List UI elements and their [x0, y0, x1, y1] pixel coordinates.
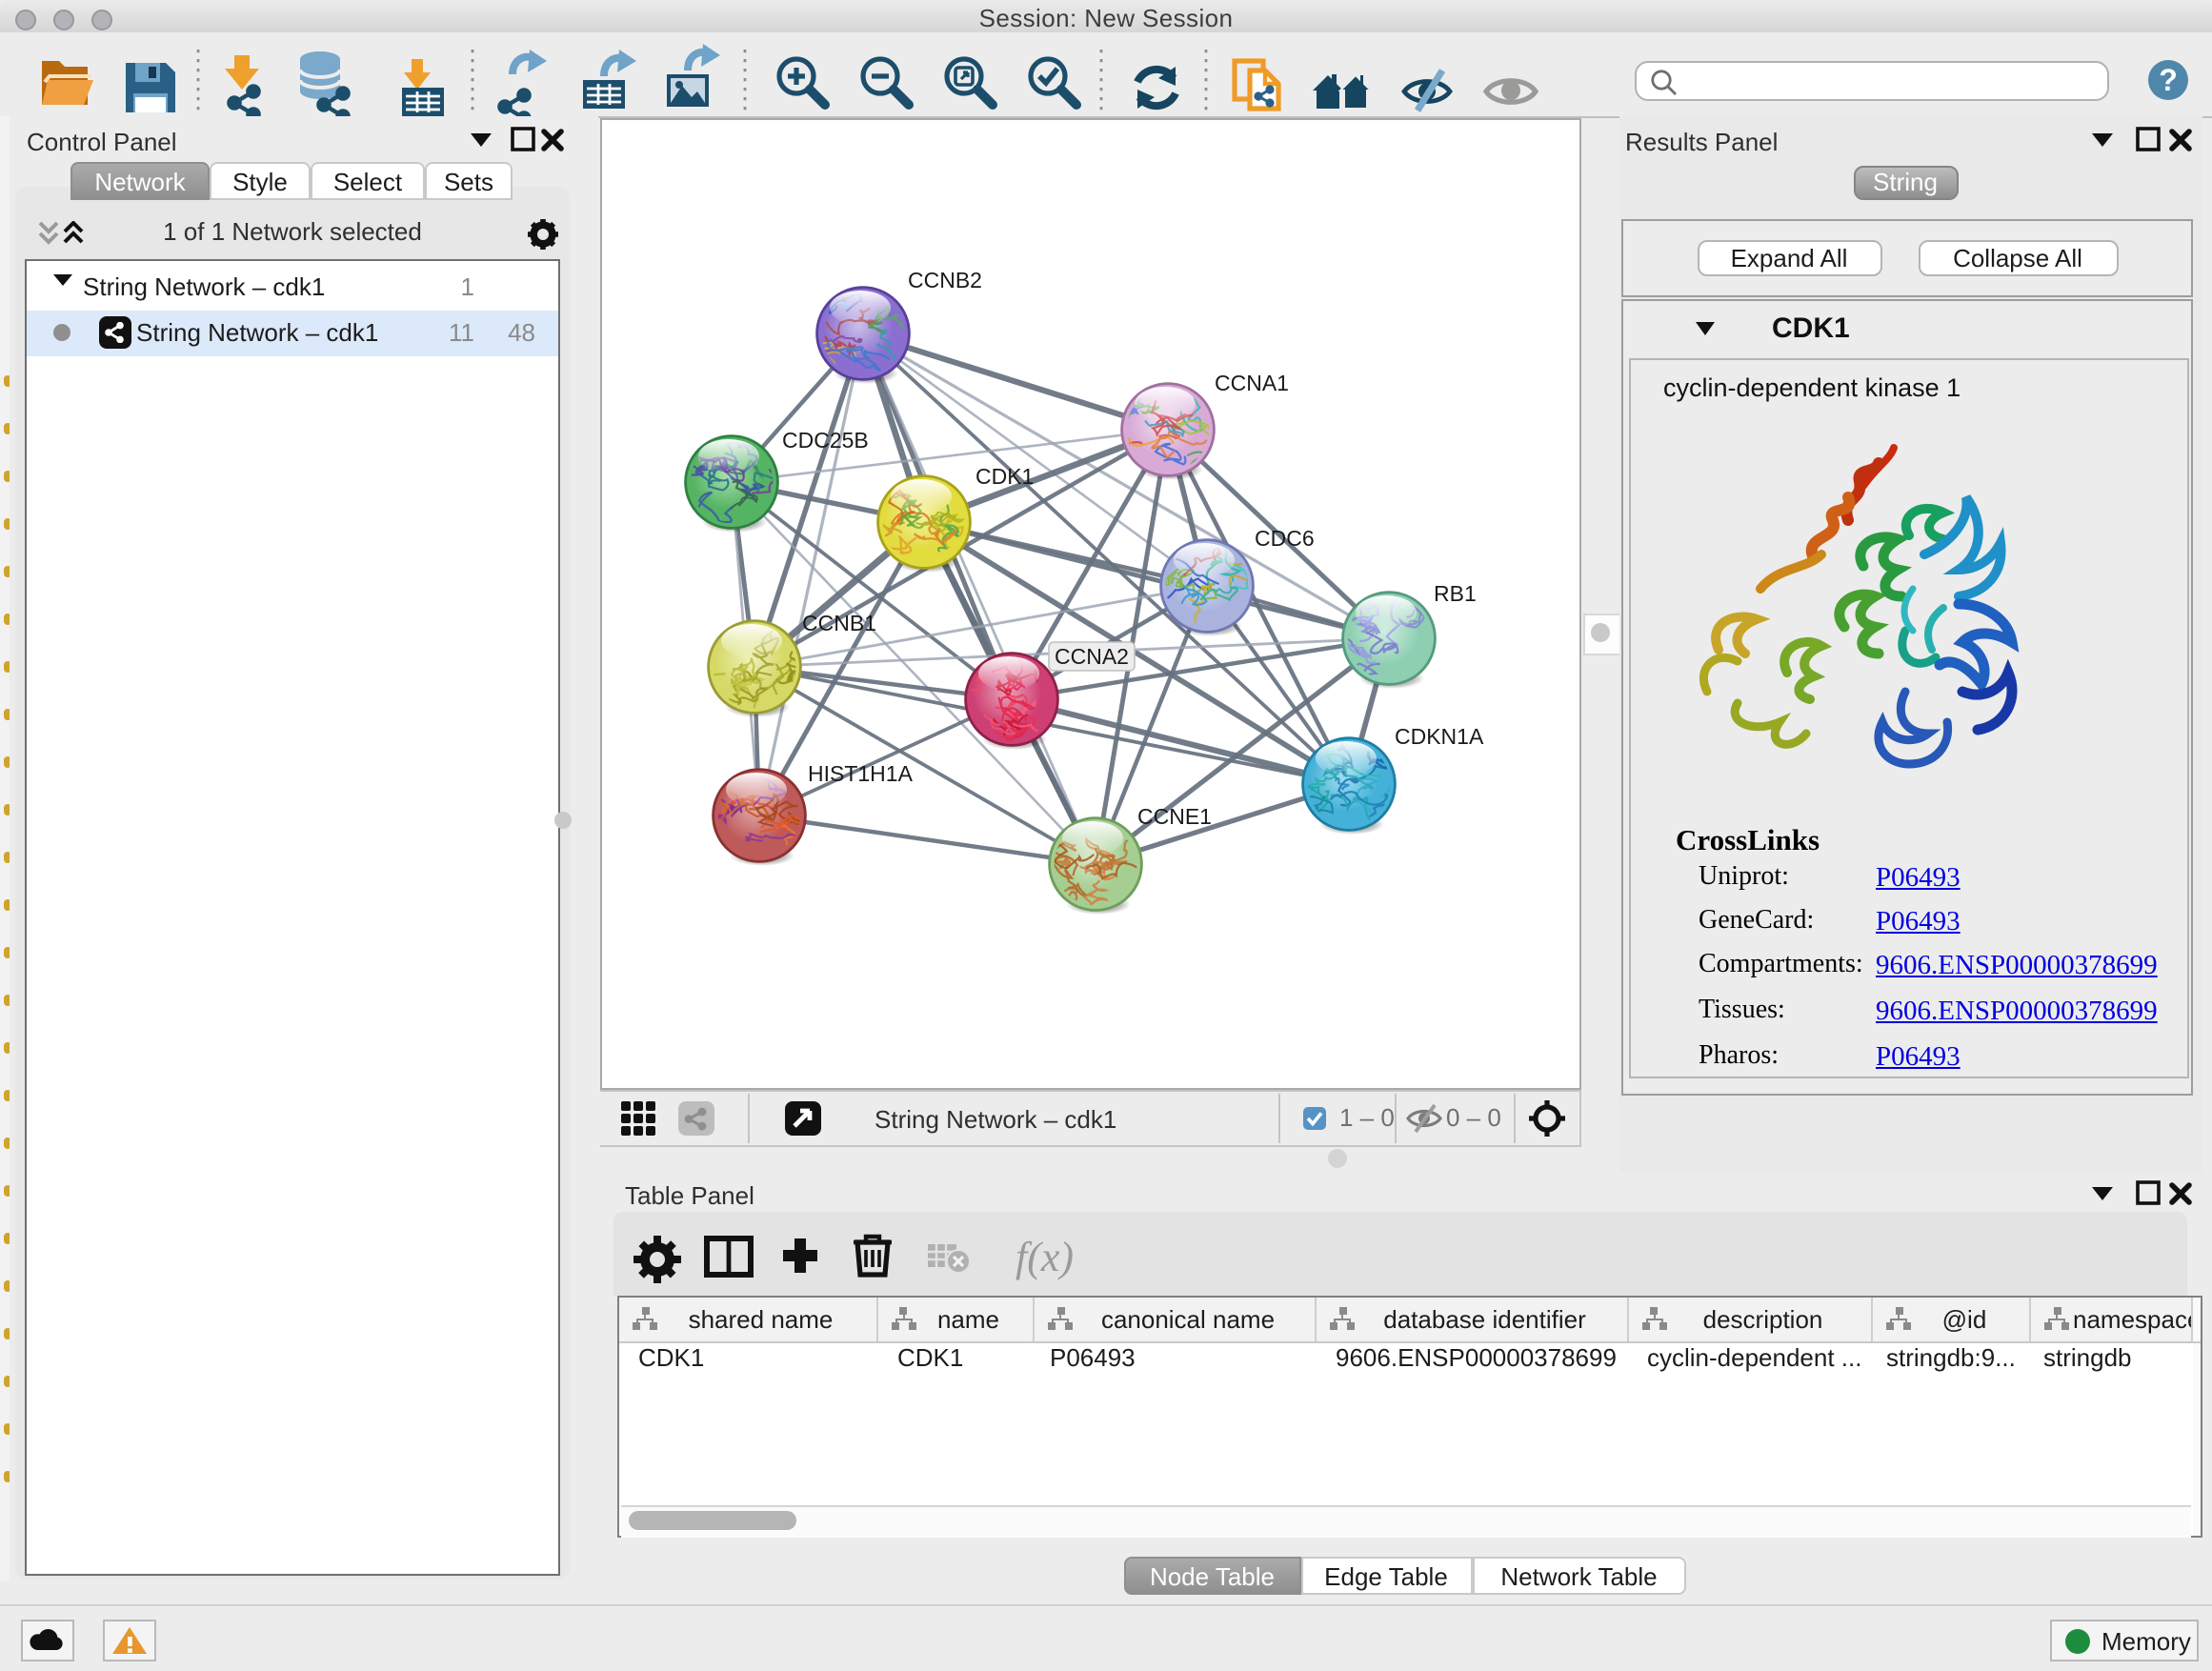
- svg-text:HIST1H1A: HIST1H1A: [808, 761, 914, 786]
- svg-text:CDK1: CDK1: [975, 464, 1034, 489]
- svg-text:CCNA2: CCNA2: [1055, 644, 1129, 669]
- svg-text:0 – 0: 0 – 0: [1446, 1103, 1501, 1132]
- svg-text:CCNA1: CCNA1: [1215, 371, 1289, 395]
- svg-text:RB1: RB1: [1434, 581, 1477, 606]
- svg-text:CDKN1A: CDKN1A: [1395, 724, 1484, 749]
- svg-text:CDC6: CDC6: [1255, 526, 1315, 551]
- svg-text:CDC25B: CDC25B: [782, 428, 869, 453]
- svg-text:CCNB1: CCNB1: [802, 611, 876, 635]
- svg-text:CCNE1: CCNE1: [1137, 804, 1212, 829]
- svg-text:f(x): f(x): [1016, 1234, 1074, 1280]
- svg-text:CCNB2: CCNB2: [908, 268, 982, 292]
- svg-text:1 – 0: 1 – 0: [1339, 1103, 1395, 1132]
- svg-text:?: ?: [2159, 63, 2178, 97]
